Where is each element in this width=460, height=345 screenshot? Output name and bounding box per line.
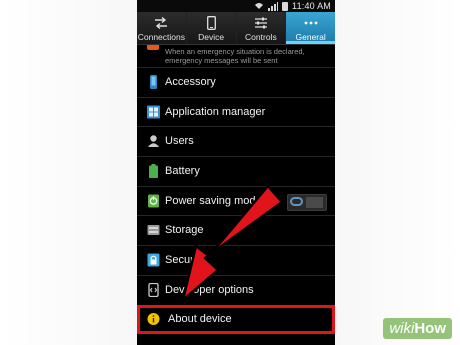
storage-icon xyxy=(147,225,160,236)
power-saving-toggle[interactable] xyxy=(287,193,327,211)
settings-item-label: Users xyxy=(165,135,194,148)
swap-arrows-icon xyxy=(155,17,168,29)
emergency-notice: When an emergency situation is declared,… xyxy=(137,45,335,67)
notice-text: When an emergency situation is declared,… xyxy=(165,47,305,65)
wikihow-watermark: wikiHow xyxy=(383,318,452,339)
settings-item-label: Security xyxy=(165,254,205,267)
settings-item-security[interactable]: Security xyxy=(137,245,335,275)
settings-item-label: Battery xyxy=(165,165,200,178)
more-dots-icon xyxy=(304,21,318,25)
watermark-wiki: wiki xyxy=(389,320,415,337)
settings-item-about-device[interactable]: About device xyxy=(137,304,335,334)
tab-label: Controls xyxy=(245,32,277,42)
tab-controls[interactable]: Controls xyxy=(235,12,286,44)
settings-item-users[interactable]: Users xyxy=(137,126,335,156)
settings-item-power-saving-mode[interactable]: Power saving mode xyxy=(137,185,335,216)
settings-item-application-manager[interactable]: Application manager xyxy=(137,96,335,127)
status-time: 11:40 AM xyxy=(292,1,331,11)
settings-item-accessory[interactable]: Accessory xyxy=(137,67,335,97)
power-saving-icon xyxy=(148,194,159,208)
settings-list: Accessory Application manager Users Batt… xyxy=(137,67,335,334)
sliders-icon xyxy=(254,17,267,29)
info-icon xyxy=(147,312,160,325)
settings-item-label: Application manager xyxy=(165,105,266,118)
signal-icon xyxy=(268,1,279,11)
settings-item-battery[interactable]: Battery xyxy=(137,156,335,186)
settings-item-label: Developer options xyxy=(165,283,254,296)
wifi-icon xyxy=(255,3,264,9)
tab-label: Connections xyxy=(137,32,185,42)
battery-status-icon xyxy=(282,1,289,11)
settings-item-label: Storage xyxy=(165,224,204,237)
user-icon xyxy=(148,135,159,148)
status-bar: 11:40 AM xyxy=(137,0,335,12)
emergency-icon xyxy=(147,45,159,50)
lock-icon xyxy=(147,253,160,267)
tab-general[interactable]: General xyxy=(285,12,335,44)
tab-connections[interactable]: Connections xyxy=(137,12,186,44)
settings-item-storage[interactable]: Storage xyxy=(137,215,335,245)
settings-tabbar: Connections Device Controls General xyxy=(137,12,335,45)
tab-label: Device xyxy=(198,32,225,42)
battery-icon xyxy=(149,164,158,179)
phone-icon xyxy=(206,16,216,30)
settings-item-label: Power saving mode xyxy=(165,194,262,207)
settings-item-label: Accessory xyxy=(165,76,216,88)
settings-item-developer-options[interactable]: Developer options xyxy=(137,274,335,305)
tab-label: General xyxy=(295,32,326,42)
phone-screen: 11:40 AM Connections Device Controls Gen… xyxy=(137,0,335,345)
app-grid-icon xyxy=(147,105,160,119)
accessory-icon xyxy=(150,75,157,89)
settings-item-label: About device xyxy=(168,312,232,325)
background-left xyxy=(0,0,137,345)
developer-icon xyxy=(148,282,159,297)
tab-device[interactable]: Device xyxy=(185,12,236,44)
background-right xyxy=(335,0,460,345)
watermark-how: How xyxy=(414,320,446,337)
